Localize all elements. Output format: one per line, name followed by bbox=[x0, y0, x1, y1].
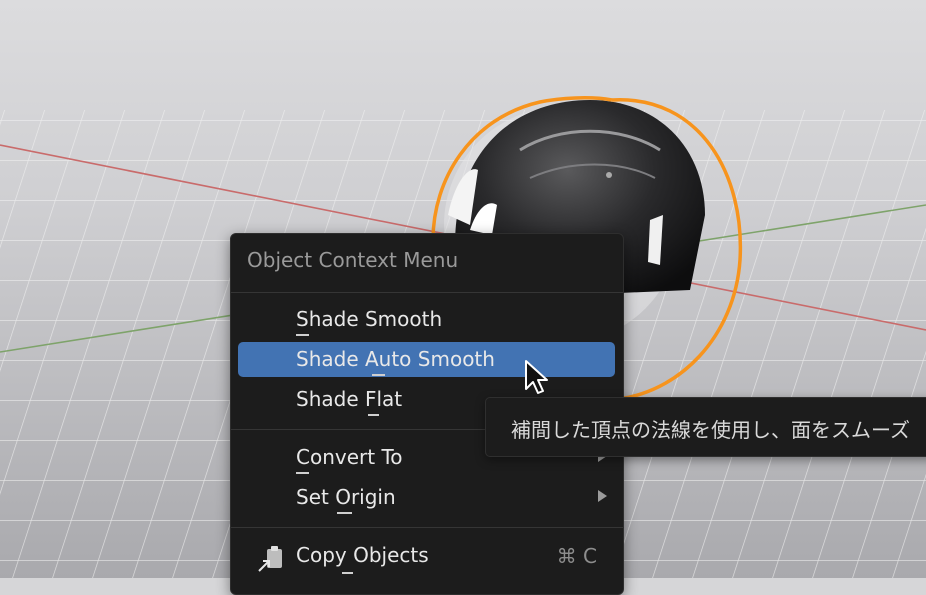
menu-item-label: Convert To bbox=[296, 445, 403, 469]
menu-item-shade-smooth[interactable]: Shade Smooth bbox=[238, 302, 615, 337]
menu-title: Object Context Menu bbox=[247, 248, 459, 272]
menu-item-label: Set Origin bbox=[296, 485, 396, 509]
mnemonic-underline bbox=[296, 472, 309, 474]
menu-item-set-origin[interactable]: Set Origin bbox=[238, 480, 615, 515]
mnemonic-underline bbox=[368, 414, 379, 416]
menu-item-label: Shade Auto Smooth bbox=[296, 347, 495, 371]
mouse-cursor-icon bbox=[525, 360, 548, 394]
menu-separator bbox=[231, 292, 623, 293]
menu-item-label: Shade Smooth bbox=[296, 307, 443, 331]
menu-item-shortcut: ⌘ C bbox=[556, 544, 597, 568]
mnemonic-underline bbox=[372, 374, 385, 376]
menu-separator bbox=[231, 527, 623, 528]
mnemonic-underline bbox=[337, 512, 352, 514]
menu-item-label: Shade Flat bbox=[296, 387, 403, 411]
mnemonic-underline bbox=[342, 572, 353, 574]
menu-item-label: Copy Objects bbox=[296, 543, 429, 567]
menu-item-copy-objects[interactable]: Copy Objects ⌘ C bbox=[238, 538, 615, 574]
submenu-arrow-icon bbox=[598, 490, 607, 502]
menu-item-shade-auto-smooth[interactable]: Shade Auto Smooth bbox=[238, 342, 615, 377]
tooltip-text: 補間した頂点の法線を使用し、面をスムーズ bbox=[511, 418, 910, 442]
copy-icon bbox=[258, 546, 282, 572]
tooltip: 補間した頂点の法線を使用し、面をスムーズ bbox=[485, 397, 926, 457]
mnemonic-underline bbox=[296, 334, 309, 336]
